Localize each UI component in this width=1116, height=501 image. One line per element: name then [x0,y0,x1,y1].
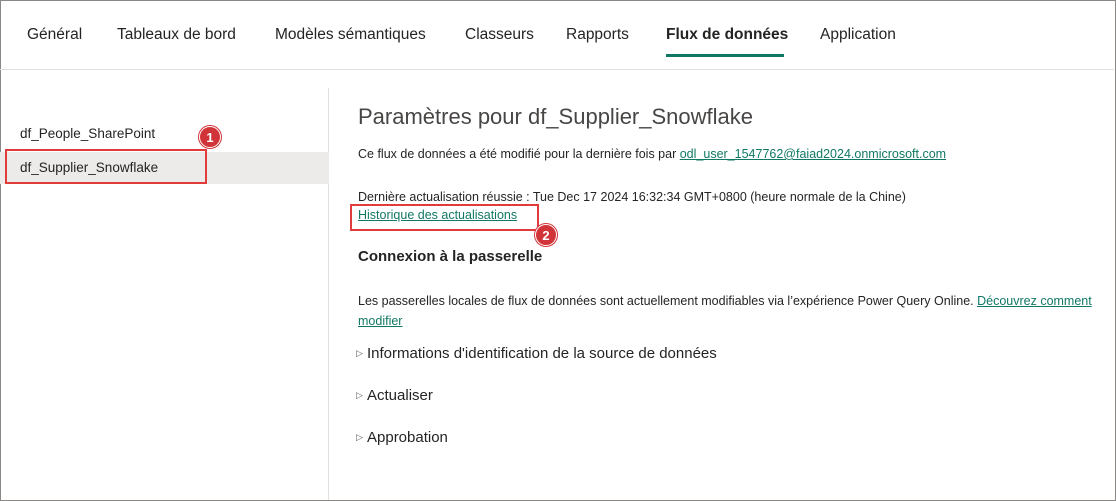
step-badge-1: 1 [199,126,221,148]
gateway-connection-heading: Connexion à la passerelle [358,248,543,265]
gateway-description: Les passerelles locales de flux de donné… [358,291,1108,331]
tab-workbooks[interactable]: Classeurs [465,26,534,44]
highlight-box-1 [5,149,207,184]
tab-reports[interactable]: Rapports [566,26,629,44]
highlight-box-2 [350,204,539,231]
active-tab-indicator [666,54,784,57]
section-label: Approbation [367,429,448,446]
last-modified-text: Ce flux de données a été modifié pour la… [358,147,946,161]
tab-dataflows[interactable]: Flux de données [666,26,788,44]
tab-app[interactable]: Application [820,26,896,44]
triangle-right-icon: ▷ [356,348,363,358]
last-modified-prefix: Ce flux de données a été modifié pour la… [358,147,680,161]
step-badge-2: 2 [535,224,557,246]
triangle-right-icon: ▷ [356,432,363,442]
section-label: Actualiser [367,387,433,404]
section-data-source-credentials[interactable]: ▷ Informations d'identification de la sou… [356,345,717,362]
sidebar-item-label: df_People_SharePoint [20,126,156,141]
section-label: Informations d'identification de la sour… [367,345,717,362]
last-refresh-text: Dernière actualisation réussie : Tue Dec… [358,190,906,204]
section-refresh[interactable]: ▷ Actualiser [356,387,433,404]
tab-bar: Général Tableaux de bord Modèles sémanti… [0,0,1114,70]
tab-general[interactable]: Général [27,26,82,44]
sidebar-item-people-sharepoint[interactable]: df_People_SharePoint [0,118,329,150]
page-title: Paramètres pour df_Supplier_Snowflake [358,104,754,129]
tab-dashboards[interactable]: Tableaux de bord [117,26,236,44]
gateway-description-text: Les passerelles locales de flux de donné… [358,294,978,308]
tab-semantic-models[interactable]: Modèles sémantiques [275,26,426,44]
triangle-right-icon: ▷ [356,390,363,400]
section-endorsement[interactable]: ▷ Approbation [356,429,448,446]
modified-by-link[interactable]: odl_user_1547762@faiad2024.onmicrosoft.c… [680,147,946,161]
